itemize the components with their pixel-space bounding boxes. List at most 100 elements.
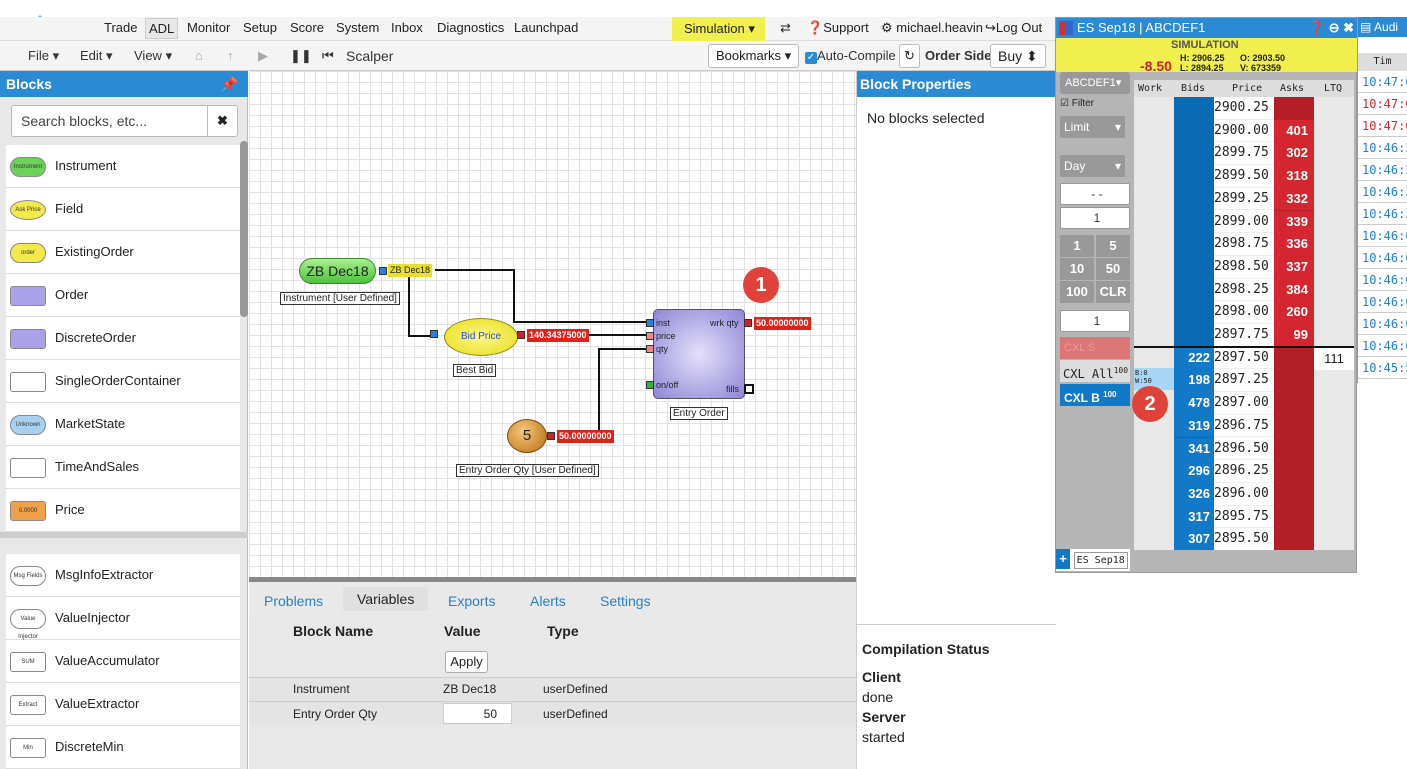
block-item-singleordercontainer[interactable]: SingleOrderContainer	[6, 360, 240, 403]
price-cell[interactable]: 2896.50	[1214, 437, 1274, 461]
cxl-all-button[interactable]: CXL All100	[1060, 360, 1130, 382]
order-price-port[interactable]	[646, 332, 654, 340]
order-qty-port[interactable]	[646, 345, 654, 353]
bid-qty-cell[interactable]: 296	[1174, 460, 1214, 483]
price-cell[interactable]: 2899.50	[1214, 165, 1274, 188]
filter-checkbox[interactable]: ☑ Filter	[1060, 98, 1094, 109]
ask-qty-cell[interactable]: 337	[1274, 255, 1314, 279]
block-item-price[interactable]: 0.0000 Price	[6, 489, 240, 532]
price-cell[interactable]: 2897.75	[1214, 324, 1274, 347]
swap-icon[interactable]: ⇄	[780, 20, 791, 36]
block-item-order[interactable]: Order	[6, 274, 240, 317]
ask-qty-cell[interactable]: 401	[1274, 119, 1314, 143]
field-block[interactable]: Bid Price	[444, 318, 518, 356]
cxl-buy-button[interactable]: CXL B 100	[1060, 384, 1130, 406]
price-cell[interactable]: 2897.50	[1214, 346, 1274, 370]
instrument-block[interactable]: ZB Dec18	[299, 258, 376, 284]
bookmarks-button[interactable]: Bookmarks ▾	[708, 44, 800, 68]
menu-trade[interactable]: Trade	[104, 20, 137, 35]
price-cell[interactable]: 2895.50	[1214, 528, 1274, 550]
price-cell[interactable]: 2896.25	[1214, 460, 1274, 483]
menu-diagnostics[interactable]: Diagnostics	[437, 20, 504, 35]
block-item-valueextractor[interactable]: Extract ValueExtractor	[6, 683, 240, 726]
tif-select[interactable]: Day ▾	[1060, 155, 1125, 177]
price-cell[interactable]: 2900.00	[1214, 119, 1274, 143]
file-menu[interactable]: File ▾	[28, 48, 59, 64]
menu-score[interactable]: Score	[290, 20, 324, 35]
add-tab-icon[interactable]: +	[1056, 549, 1070, 569]
price-cell[interactable]: 2899.25	[1214, 187, 1274, 211]
block-item-field[interactable]: Ask Price Field	[6, 188, 240, 231]
reset-icon[interactable]: ⏮	[322, 48, 334, 64]
price-cell[interactable]: 2896.00	[1214, 482, 1274, 506]
view-menu[interactable]: View ▾	[134, 48, 172, 64]
ask-qty-cell[interactable]: 99	[1274, 324, 1314, 347]
ladder-tab[interactable]: ES Sep18	[1073, 552, 1128, 569]
auto-compile-toggle[interactable]: ✓ Auto-Compile	[805, 48, 896, 64]
block-item-timeandsales[interactable]: TimeAndSales	[6, 446, 240, 489]
menu-setup[interactable]: Setup	[243, 20, 277, 35]
algo-canvas[interactable]: ZB Dec18 ZB Dec18 Instrument [User Defin…	[249, 71, 856, 577]
cxl-sell-button[interactable]: CXL S	[1060, 337, 1130, 359]
block-item-msginfoextractor[interactable]: Msg Fields MsgInfoExtractor	[6, 554, 240, 597]
block-item-discreteorder[interactable]: DiscreteOrder	[6, 317, 240, 360]
instrument-out-port[interactable]	[379, 267, 387, 275]
bid-qty-cell[interactable]: 341	[1174, 437, 1214, 461]
order-type-select[interactable]: Limit ▾	[1060, 116, 1125, 138]
qty-btn-50[interactable]: 50	[1096, 258, 1130, 280]
block-item-discretemin[interactable]: Min DiscreteMin	[6, 726, 240, 769]
tab-problems[interactable]: Problems	[264, 593, 323, 609]
ask-qty-cell[interactable]: 384	[1274, 278, 1314, 302]
refresh-icon[interactable]: ↻	[899, 44, 920, 68]
order-fills-port[interactable]	[744, 384, 754, 394]
price-cell[interactable]: 2899.00	[1214, 210, 1274, 234]
price-cell[interactable]: 2898.00	[1214, 301, 1274, 324]
tab-variables[interactable]: Variables	[343, 587, 429, 611]
block-item-marketstate[interactable]: Unknown MarketState	[6, 403, 240, 446]
ask-qty-cell[interactable]: 332	[1274, 187, 1314, 211]
tab-settings[interactable]: Settings	[600, 593, 651, 609]
block-search-input[interactable]: Search blocks, etc... ✖	[11, 105, 238, 137]
window-controls-icon[interactable]: ❓ ⊖ ✖	[1309, 18, 1354, 38]
price-cell[interactable]: 2896.75	[1214, 414, 1274, 438]
price-cell[interactable]: 2898.75	[1214, 233, 1274, 256]
qty-btn-1[interactable]: 1	[1060, 235, 1094, 257]
price-cell[interactable]: 2898.25	[1214, 278, 1274, 302]
play-icon[interactable]: ▶	[258, 48, 268, 64]
price-cell[interactable]: 2897.00	[1214, 392, 1274, 415]
menu-launchpad[interactable]: Launchpad	[514, 20, 578, 35]
qty-btn-clr[interactable]: CLR	[1096, 281, 1130, 303]
bid-qty-cell[interactable]: 307	[1174, 528, 1214, 550]
menu-monitor[interactable]: Monitor	[187, 20, 230, 35]
ask-qty-cell[interactable]: 302	[1274, 142, 1314, 166]
price-cell[interactable]: 2900.25	[1214, 97, 1274, 120]
price-blank-field[interactable]: - -	[1060, 183, 1130, 205]
block-item-valueinjector[interactable]: Value Injector ValueInjector	[6, 597, 240, 640]
order-onoff-port[interactable]	[646, 381, 654, 389]
menu-adl[interactable]: ADL	[145, 18, 179, 39]
logout-link[interactable]: ↪Log Out	[985, 20, 1042, 36]
apply-button[interactable]: Apply	[445, 651, 488, 673]
pin-icon[interactable]: 📌	[221, 71, 238, 97]
field-out-port[interactable]	[517, 331, 525, 339]
support-link[interactable]: ❓Support	[807, 20, 869, 36]
menu-system[interactable]: System	[336, 20, 379, 35]
order-side-select[interactable]: Buy ⬍	[990, 44, 1046, 68]
tab-exports[interactable]: Exports	[448, 593, 495, 609]
bid-qty-cell[interactable]: 198	[1174, 369, 1214, 393]
qty-big-field[interactable]: 1	[1060, 310, 1130, 332]
bid-qty-cell[interactable]: 317	[1174, 505, 1214, 529]
simulation-dropdown[interactable]: Simulation ▾	[672, 17, 765, 41]
field-in-port[interactable]	[430, 330, 438, 338]
qty-block[interactable]: 5	[507, 419, 547, 453]
entry-order-block[interactable]: inst price qty on/off wrk qty fills	[653, 309, 745, 399]
qty-out-port[interactable]	[547, 432, 555, 440]
home-icon[interactable]: ⌂	[195, 48, 203, 63]
qty-btn-10[interactable]: 10	[1060, 258, 1094, 280]
block-item-valueaccumulator[interactable]: SUM ValueAccumulator	[6, 640, 240, 683]
price-cell[interactable]: 2895.75	[1214, 505, 1274, 529]
ask-qty-cell[interactable]: 260	[1274, 301, 1314, 324]
qty-value-input[interactable]: 50	[443, 703, 512, 724]
bid-qty-cell[interactable]: 478	[1174, 392, 1214, 415]
sidebar-scrollbar[interactable]	[240, 141, 248, 317]
